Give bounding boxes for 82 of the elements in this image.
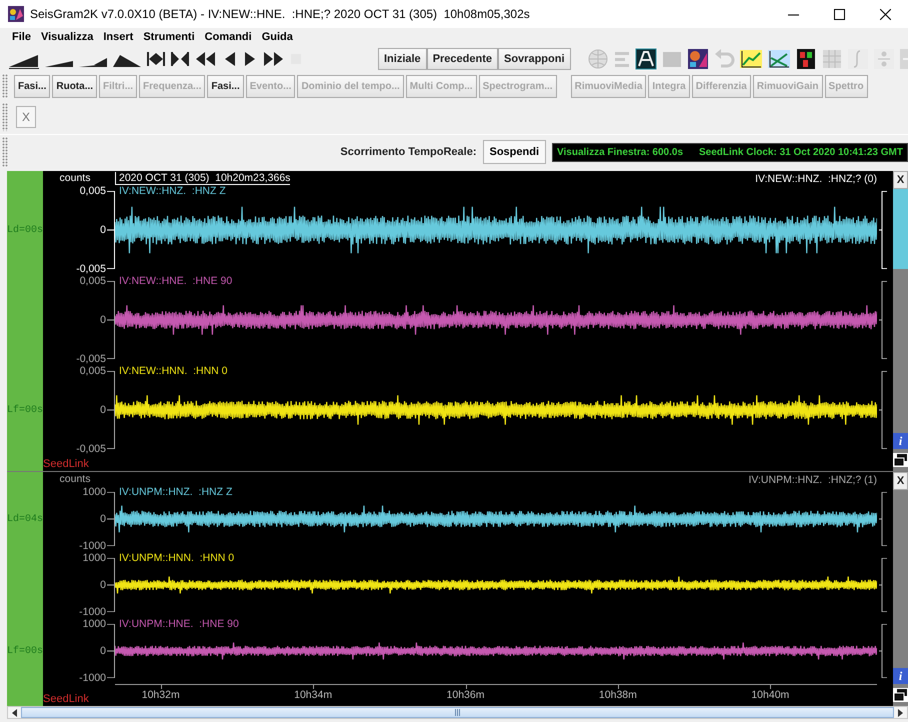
windows-icon[interactable]	[893, 688, 908, 702]
blocks-icon[interactable]	[794, 48, 817, 70]
chart-icon[interactable]	[738, 48, 763, 70]
trace-name: IV:NEW::HNE. :HNE 90	[118, 275, 234, 287]
menu-item[interactable]: Strumenti	[143, 30, 195, 42]
time-label: 10h40m	[751, 689, 790, 701]
axis-tick-label: -1000	[79, 672, 106, 684]
chart-icon[interactable]	[766, 48, 791, 70]
clock-text: SeedLink Clock: 31 Oct 2020 10:41:23 GMT	[699, 146, 903, 158]
axis-tick-label: 1000	[82, 486, 106, 498]
station-label: IV:NEW::HNZ. :HNZ;? (0)	[755, 173, 877, 185]
command-button[interactable]: Ruota...	[52, 74, 98, 98]
window-length: Visualizza Finestra: 600.0s	[557, 146, 684, 158]
menu-item[interactable]: Insert	[103, 30, 134, 42]
axis-tick-label: 0	[100, 513, 106, 525]
close-button[interactable]: X	[893, 472, 908, 490]
delay-label: Ld=00s	[7, 224, 44, 236]
menu-item[interactable]: File	[12, 30, 31, 42]
toolbar-button[interactable]: Sovrapponi	[498, 48, 571, 70]
units-label: counts	[58, 472, 92, 486]
trace-name: IV:UNPM::HNN. :HNN 0	[118, 552, 236, 564]
realtime-label: Scorrimento TempoReale:	[340, 146, 476, 158]
toolbar-grip[interactable]	[2, 137, 8, 167]
scale-bracket	[879, 558, 887, 612]
axis-tick-label: 0	[100, 224, 106, 236]
suspend-button[interactable]: Sospendi	[482, 140, 546, 164]
grip-icon	[455, 709, 460, 716]
scale-icon[interactable]	[634, 48, 657, 70]
axis-tick-label: 0	[100, 404, 106, 416]
source-label: SeedLink	[43, 458, 90, 471]
time-label: 10h36m	[446, 689, 484, 701]
time-label: 10h32m	[142, 689, 180, 701]
windows-icon[interactable]	[893, 453, 908, 467]
delay-label: Lf=00s	[7, 404, 44, 416]
toolbar-grip[interactable]	[2, 74, 8, 98]
toolbar-button[interactable]: Precedente	[426, 48, 498, 70]
axis-tick-label: 1000	[82, 552, 106, 564]
toolbar-grip[interactable]	[2, 103, 8, 131]
command-button[interactable]: Fasi...	[14, 74, 50, 98]
scale-bracket	[879, 492, 887, 546]
axis-tick-label: 0	[100, 645, 106, 657]
trace-name: IV:UNPM::HNZ. :HNZ Z	[118, 486, 234, 498]
trace-name: IV:NEW::HNN. :HNN 0	[118, 365, 229, 377]
close-button[interactable]: X	[16, 106, 36, 128]
delay-label: Lf=00s	[7, 646, 44, 656]
info-button[interactable]: i	[893, 668, 908, 684]
menu-item[interactable]: Guida	[262, 30, 293, 42]
app-icon	[8, 6, 24, 22]
colorful-icon[interactable]	[686, 48, 709, 70]
menu-item[interactable]: Comandi	[204, 30, 252, 42]
close-icon[interactable]	[880, 8, 890, 20]
units-label: counts	[58, 171, 92, 185]
close-button[interactable]: X	[893, 171, 908, 189]
scroll-thumb[interactable]	[21, 707, 894, 718]
axis-tick-label: -1000	[79, 606, 106, 618]
trace-name: IV:NEW::HNZ. :HNZ Z	[118, 185, 227, 197]
maximize-icon[interactable]	[834, 8, 844, 20]
axis-tick-label: -0,005	[76, 263, 106, 275]
axis-tick-label: -1000	[79, 540, 106, 552]
toolbar-button[interactable]: Iniziale	[378, 48, 427, 70]
scroll-left-icon[interactable]	[12, 708, 18, 716]
time-label: 10h34m	[294, 689, 332, 701]
trace-name: IV:UNPM::HNE. :HNE 90	[118, 618, 240, 630]
axis-tick-label: 0,005	[80, 275, 106, 287]
axis-tick-label: 0	[100, 579, 106, 591]
axis-tick-label: 0	[100, 314, 106, 326]
axis-tick-label: 0,005	[80, 185, 106, 197]
axis-tick-label: -0,005	[76, 353, 106, 365]
window-title: SeisGram2K v7.0.0X10 (BETA) - IV:NEW::HNE. :HNE;? 2020 OCT 31 (305) 10h08m05,302s	[30, 7, 530, 21]
scale-bracket	[879, 624, 887, 678]
delay-label: Ld=04s	[7, 514, 44, 524]
menu-item[interactable]: Visualizza	[40, 30, 94, 42]
source-label: SeedLink	[43, 693, 90, 706]
axis-tick-label: -0,005	[76, 443, 106, 455]
command-button[interactable]: Fasi...	[207, 74, 244, 98]
axis-tick-label: 1000	[82, 618, 106, 630]
info-button[interactable]: i	[893, 433, 908, 449]
station-label: IV:UNPM::HNZ. :HNZ;? (1)	[748, 474, 877, 486]
scroll-right-icon[interactable]	[898, 708, 904, 716]
time-label: 10h38m	[598, 689, 637, 701]
axis-tick-label: 0,005	[80, 365, 106, 377]
start-time: 2020 OCT 31 (305) 10h20m23,366s	[115, 172, 290, 185]
